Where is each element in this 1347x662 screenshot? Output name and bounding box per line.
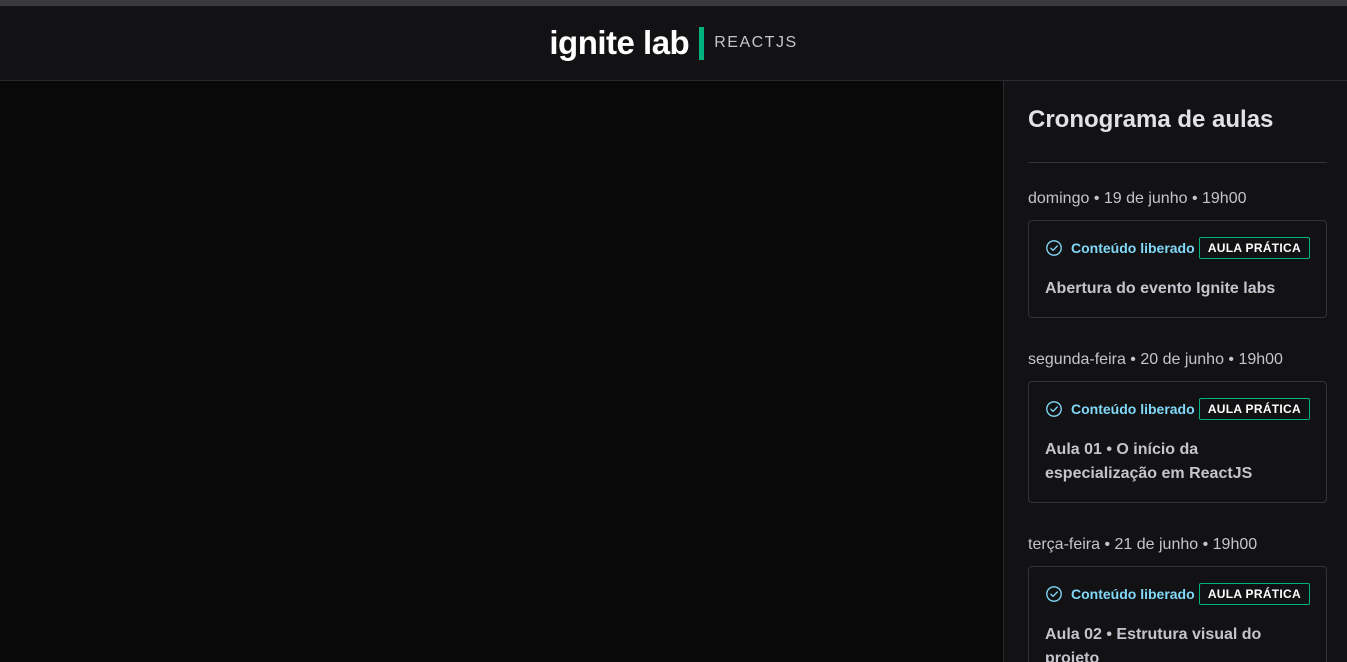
sidebar-title: Cronograma de aulas (1028, 105, 1327, 163)
lesson-schedule-sidebar: Cronograma de aulas domingo • 19 de junh… (1003, 81, 1347, 662)
check-circle-icon (1046, 240, 1062, 256)
lesson-status-text: Conteúdo liberado (1071, 586, 1195, 602)
check-circle-icon (1046, 401, 1062, 417)
lesson-type-badge: AULA PRÁTICA (1198, 398, 1310, 420)
lesson-item: terça-feira • 21 de junho • 19h00 Conteú… (1028, 535, 1327, 662)
lesson-status-text: Conteúdo liberado (1071, 240, 1195, 256)
lesson-status: Conteúdo liberado (1045, 585, 1195, 603)
lesson-title: Aula 01 • O início da especialização em … (1045, 441, 1253, 482)
lesson-card[interactable]: Conteúdo liberado AULA PRÁTICA Abertura … (1028, 220, 1327, 318)
logo-sub-text: REACTJS (714, 34, 798, 51)
lesson-type-badge: AULA PRÁTICA (1198, 237, 1310, 259)
lesson-card[interactable]: Conteúdo liberado AULA PRÁTICA Aula 01 •… (1028, 381, 1327, 503)
logo-divider-bar (699, 26, 705, 60)
app-header: ignite lab REACTJS (0, 6, 1347, 81)
check-circle-icon (1046, 586, 1062, 602)
lesson-status: Conteúdo liberado (1045, 239, 1195, 257)
lesson-status-text: Conteúdo liberado (1071, 401, 1195, 417)
lesson-date: segunda-feira • 20 de junho • 19h00 (1028, 351, 1283, 368)
lesson-item: domingo • 19 de junho • 19h00 Conteúdo l… (1028, 189, 1327, 318)
lesson-card[interactable]: Conteúdo liberado AULA PRÁTICA Aula 02 •… (1028, 566, 1327, 662)
lesson-title: Abertura do evento Ignite labs (1045, 280, 1276, 297)
lesson-item: segunda-feira • 20 de junho • 19h00 Cont… (1028, 350, 1327, 503)
lesson-title: Aula 02 • Estrutura visual do projeto (1045, 626, 1262, 662)
lesson-type-badge: AULA PRÁTICA (1198, 583, 1310, 605)
logo-main-text: ignite lab (549, 24, 690, 61)
lesson-date: terça-feira • 21 de junho • 19h00 (1028, 536, 1258, 553)
main-layout: Cronograma de aulas domingo • 19 de junh… (0, 81, 1347, 662)
lesson-status: Conteúdo liberado (1045, 400, 1195, 418)
ignite-lab-logo: ignite lab REACTJS (549, 24, 797, 62)
lesson-date: domingo • 19 de junho • 19h00 (1028, 190, 1247, 207)
video-player-area[interactable] (0, 81, 1003, 662)
